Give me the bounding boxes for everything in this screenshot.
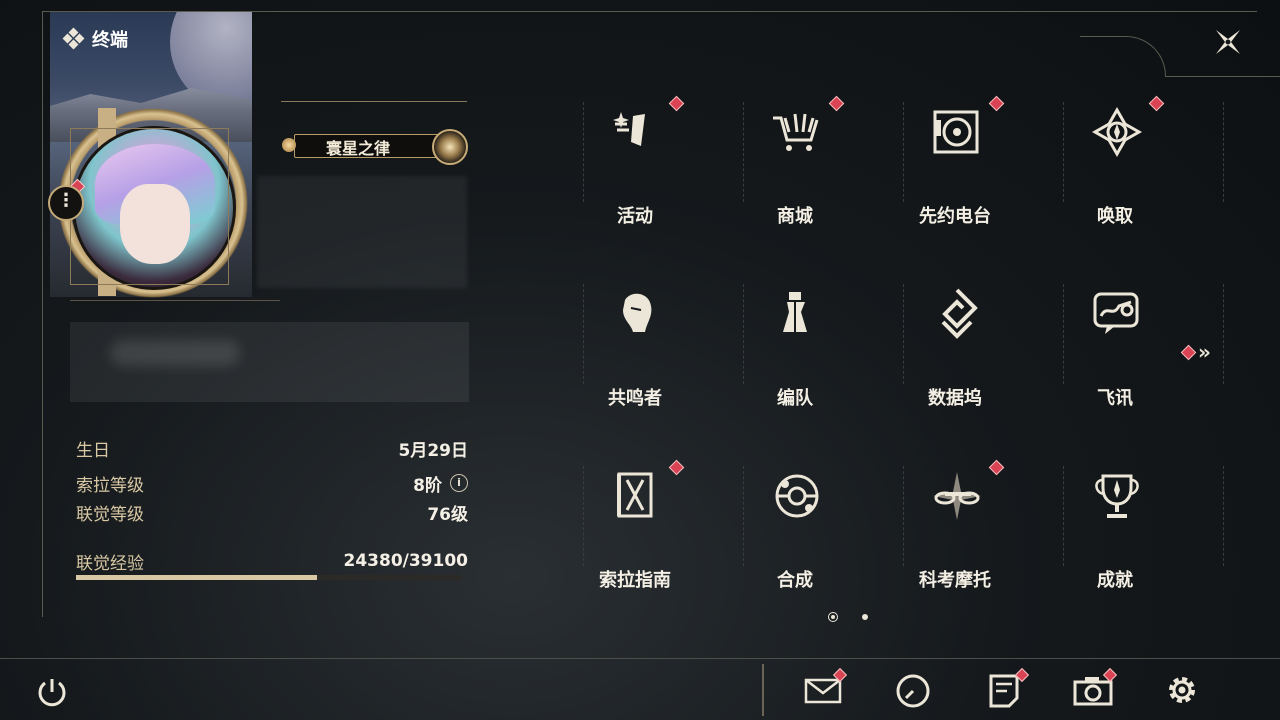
settings-button[interactable]	[1162, 670, 1202, 710]
stat-birthday: 生日 5月29日	[76, 436, 469, 461]
next-page-notification-dot	[1180, 344, 1197, 360]
stat-union-level: 联觉等级 76级	[76, 500, 468, 525]
menu-item-label: 合成	[777, 570, 813, 591]
notification-dot	[668, 95, 685, 112]
double-chevron-right-icon: »	[1198, 340, 1211, 364]
gear-icon	[1169, 677, 1195, 703]
blurred-name-area	[257, 176, 467, 288]
page-indicator	[828, 612, 868, 622]
convene-icon	[1091, 106, 1143, 158]
page-title: 终端	[62, 26, 128, 52]
bottom-bar-separator	[762, 664, 764, 716]
frame-curve	[1080, 36, 1166, 77]
trophy-icon	[1091, 470, 1143, 522]
shop-cart-icon	[771, 106, 823, 158]
stat-union-exp: 联觉经验 24380/39100	[76, 549, 469, 574]
clock-icon	[896, 674, 930, 708]
notification-dot	[828, 95, 845, 112]
menu-item-motorcycle[interactable]: 科考摩托	[905, 456, 1005, 591]
title-badge[interactable]: 寰星之律	[282, 129, 468, 165]
motorcycle-icon	[931, 470, 983, 522]
menu-item-label: 共鸣者	[608, 388, 662, 409]
menu-item-radio[interactable]: 先约电台	[905, 92, 1005, 227]
notification-dot	[668, 459, 685, 476]
stat-label: 联觉经验	[76, 553, 144, 574]
menu-item-resonator[interactable]: 共鸣者	[585, 274, 685, 409]
menu-item-data-bank[interactable]: 数据坞	[905, 274, 1005, 409]
stat-value-wrap: 8阶 i	[413, 471, 468, 496]
guide-book-icon	[611, 470, 663, 522]
menu-item-convene[interactable]: 唤取	[1065, 92, 1165, 227]
close-button[interactable]	[1208, 22, 1248, 62]
menu-item-label: 科考摩托	[919, 570, 991, 591]
page-dot-active[interactable]	[828, 612, 838, 622]
camera-button[interactable]	[1073, 667, 1118, 710]
menu-item-message-chat[interactable]: 飞讯	[1065, 274, 1165, 409]
menu-item-team-chess[interactable]: 编队	[745, 274, 845, 409]
grid-separator	[1223, 466, 1225, 566]
close-icon	[1216, 30, 1240, 54]
grid-separator	[1223, 284, 1225, 384]
menu-grid: 活动 商城 先约电台 唤取共鸣者 编队 数据坞 飞讯索拉指南 合成 科考摩托 成就	[583, 92, 1224, 602]
team-chess-icon	[771, 288, 823, 340]
avatar-frame	[70, 128, 229, 285]
menu-item-label: 数据坞	[928, 388, 982, 409]
menu-item-label: 先约电台	[919, 206, 991, 227]
menu-item-label: 成就	[1097, 570, 1133, 591]
stat-value: 76级	[427, 504, 468, 525]
menu-item-shop-cart[interactable]: 商城	[745, 92, 845, 227]
radio-icon	[931, 106, 983, 158]
page-title-text: 终端	[92, 30, 128, 51]
notification-dot	[988, 95, 1005, 112]
info-icon[interactable]: i	[450, 474, 468, 492]
stat-value: 5月29日	[398, 440, 469, 461]
menu-item-label: 飞讯	[1097, 388, 1133, 409]
menu-item-trophy[interactable]: 成就	[1065, 456, 1165, 591]
page-dot[interactable]	[862, 614, 868, 620]
title-badge-emblem-icon	[432, 129, 468, 165]
terminal-diamond-icon	[62, 27, 85, 50]
exp-progress-fill	[76, 575, 317, 580]
mail-button[interactable]	[803, 667, 848, 710]
grid-separator	[1223, 102, 1225, 202]
title-divider	[281, 101, 467, 102]
message-chat-icon	[1091, 288, 1143, 340]
menu-item-guide-book[interactable]: 索拉指南	[585, 456, 685, 591]
menu-item-label: 索拉指南	[599, 570, 671, 591]
stat-label: 生日	[76, 440, 110, 461]
title-badge-text: 寰星之律	[326, 139, 391, 158]
synthesis-icon	[771, 470, 823, 522]
power-button[interactable]	[34, 674, 70, 710]
notice-button[interactable]	[985, 667, 1030, 710]
power-icon	[38, 679, 66, 707]
exp-progress-bar	[76, 575, 462, 580]
stat-label: 索拉等级	[76, 475, 144, 496]
stat-label: 联觉等级	[76, 504, 144, 525]
next-page-button[interactable]: »	[1180, 340, 1211, 364]
menu-item-label: 唤取	[1097, 206, 1133, 227]
resonator-icon	[611, 288, 663, 340]
menu-item-event[interactable]: 活动	[585, 92, 685, 227]
stat-value: 8阶	[413, 475, 442, 496]
frame-line-left	[42, 11, 43, 617]
frame-line-right	[1165, 76, 1280, 77]
title-badge-ornament-left	[282, 138, 296, 152]
stat-value: 24380/39100	[343, 551, 469, 571]
notification-dot	[1148, 95, 1165, 112]
blurred-signature-area	[70, 322, 469, 402]
profile-divider	[70, 300, 280, 301]
time-button[interactable]	[893, 670, 933, 710]
menu-item-label: 活动	[617, 206, 653, 227]
data-bank-icon	[931, 288, 983, 340]
event-icon	[611, 106, 663, 158]
menu-item-label: 商城	[777, 206, 813, 227]
bottom-bar-line	[0, 658, 1280, 659]
notification-dot	[988, 459, 1005, 476]
stat-sol-level: 索拉等级 8阶 i	[76, 471, 468, 496]
menu-item-label: 编队	[777, 388, 813, 409]
profile-more-button[interactable]: ⋮	[48, 185, 84, 221]
menu-item-synthesis[interactable]: 合成	[745, 456, 845, 591]
